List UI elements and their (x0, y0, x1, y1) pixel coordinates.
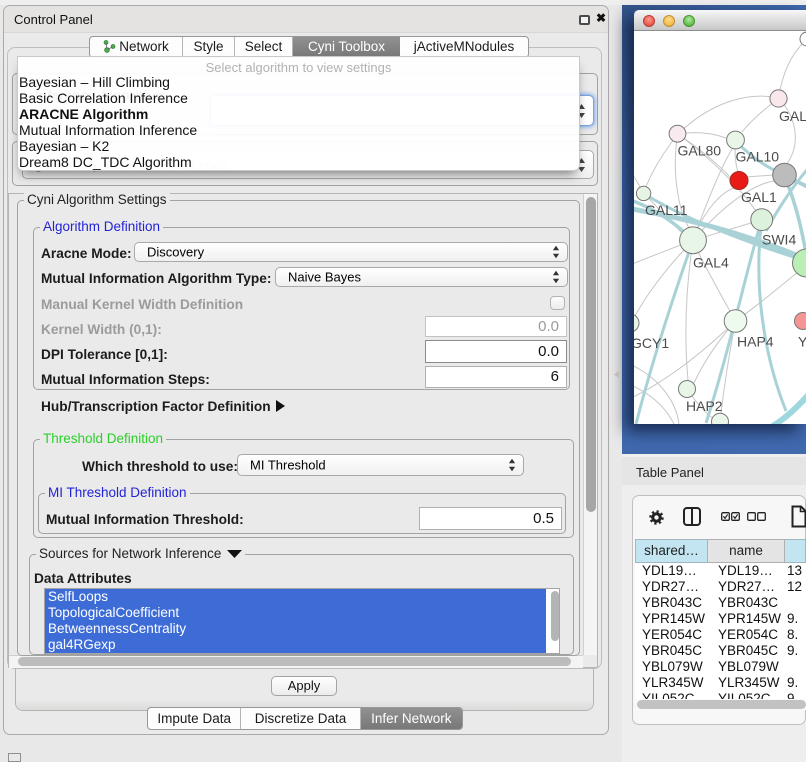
svg-text:GAL11: GAL11 (645, 202, 688, 218)
svg-text:GAL7: GAL7 (779, 108, 806, 124)
svg-text:HAP2: HAP2 (686, 398, 723, 414)
svg-text:GAL80: GAL80 (678, 143, 722, 159)
svg-text:SWI4: SWI4 (762, 232, 796, 248)
svg-text:GAL1: GAL1 (741, 189, 777, 205)
svg-text:GAL4: GAL4 (693, 255, 729, 271)
svg-text:GAL10: GAL10 (736, 149, 780, 165)
svg-text:HAP4: HAP4 (737, 334, 774, 350)
svg-text:GCY1: GCY1 (634, 335, 669, 351)
svg-text:Y: Y (798, 334, 806, 350)
